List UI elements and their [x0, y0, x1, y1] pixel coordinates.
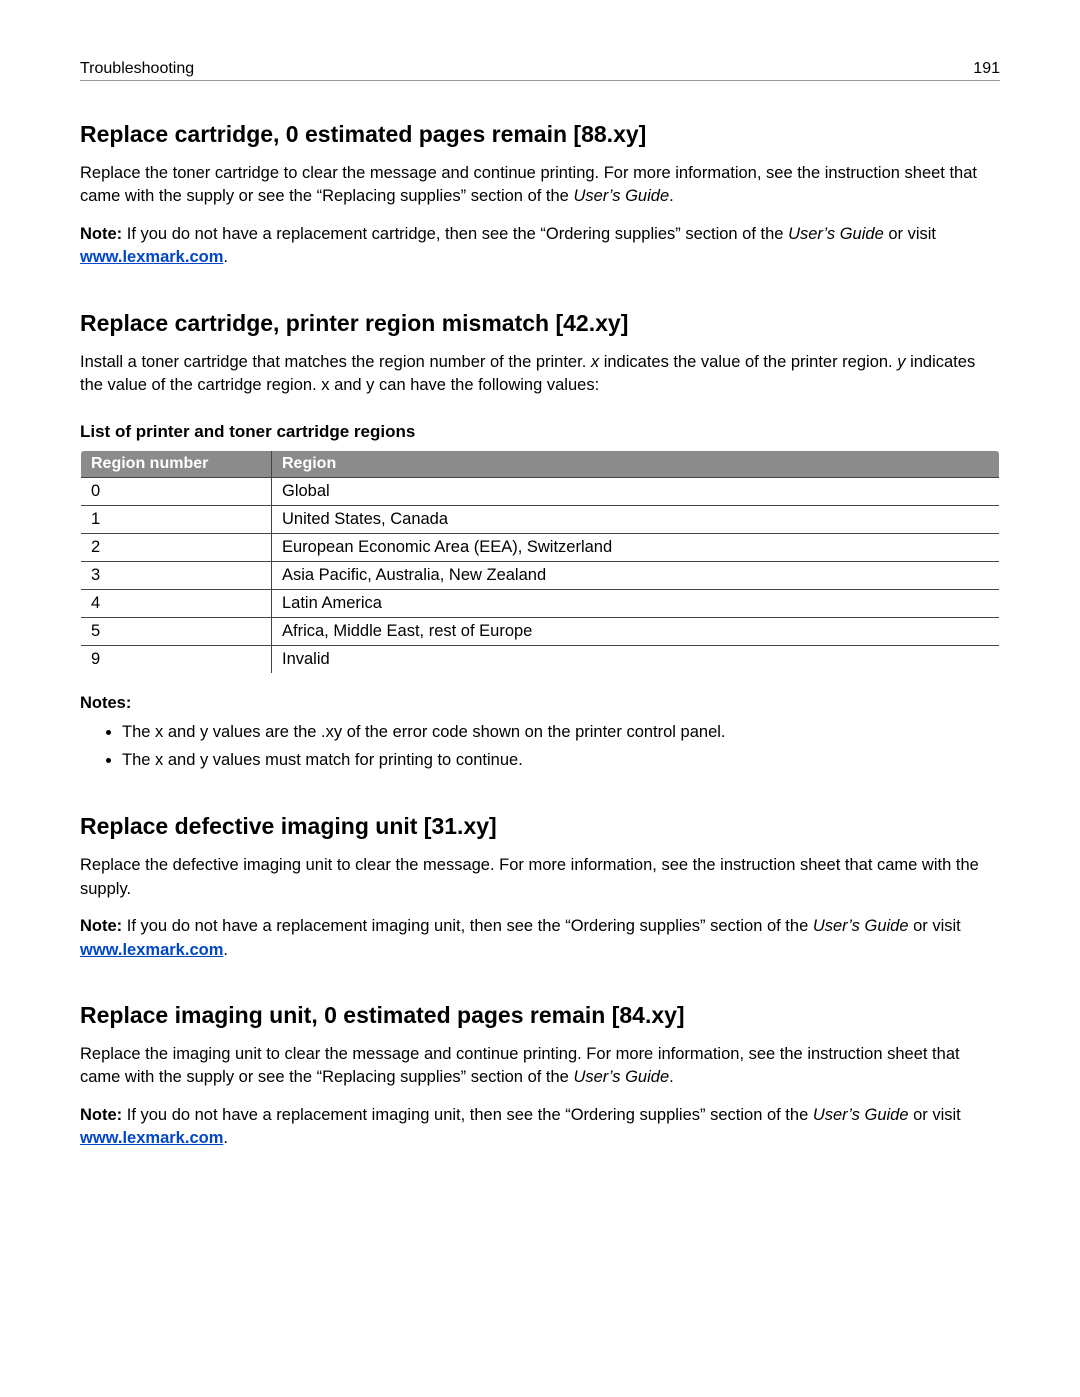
table-header-row: Region number Region: [81, 450, 1000, 477]
cell-region-number: 4: [81, 589, 272, 617]
note-label: Note:: [80, 917, 122, 935]
text: .: [669, 187, 674, 205]
page: Troubleshooting 191 Replace cartridge, 0…: [0, 0, 1080, 1397]
text: If you do not have a replacement cartrid…: [122, 225, 788, 243]
th-region: Region: [272, 450, 1000, 477]
text: .: [669, 1068, 674, 1086]
cell-region: United States, Canada: [272, 505, 1000, 533]
cell-region-number: 0: [81, 477, 272, 505]
text-italic: User’s Guide: [573, 187, 669, 205]
heading-replace-defective-imaging-31xy: Replace defective imaging unit [31.xy]: [80, 813, 1000, 840]
paragraph: Replace the defective imaging unit to cl…: [80, 854, 1000, 901]
cell-region-number: 2: [81, 533, 272, 561]
text: Replace the imaging unit to clear the me…: [80, 1045, 960, 1086]
table-row: 2European Economic Area (EEA), Switzerla…: [81, 533, 1000, 561]
text: indicates the value of the printer regio…: [599, 353, 897, 371]
cell-region-number: 9: [81, 645, 272, 673]
text: Install a toner cartridge that matches t…: [80, 353, 591, 371]
cell-region: Global: [272, 477, 1000, 505]
text-italic: User’s Guide: [573, 1068, 669, 1086]
note-paragraph: Note: If you do not have a replacement i…: [80, 915, 1000, 962]
notes-list: The x and y values are the .xy of the er…: [80, 719, 1000, 774]
table-row: 0Global: [81, 477, 1000, 505]
link-lexmark[interactable]: www.lexmark.com: [80, 1129, 223, 1147]
notes-label: Notes:: [80, 694, 1000, 713]
paragraph: Replace the imaging unit to clear the me…: [80, 1043, 1000, 1090]
link-lexmark[interactable]: www.lexmark.com: [80, 248, 223, 266]
table-row: 4Latin America: [81, 589, 1000, 617]
text-italic: User’s Guide: [813, 917, 909, 935]
text: or visit: [884, 225, 936, 243]
text: .: [223, 1129, 228, 1147]
text: or visit: [909, 1106, 961, 1124]
cell-region: Latin America: [272, 589, 1000, 617]
table-row: 5Africa, Middle East, rest of Europe: [81, 617, 1000, 645]
cell-region: Invalid: [272, 645, 1000, 673]
heading-replace-cartridge-88xy: Replace cartridge, 0 estimated pages rem…: [80, 121, 1000, 148]
paragraph: Replace the toner cartridge to clear the…: [80, 162, 1000, 209]
cell-region-number: 1: [81, 505, 272, 533]
text-italic: x: [591, 353, 599, 371]
header-page-number: 191: [973, 60, 1000, 78]
text: Replace the toner cartridge to clear the…: [80, 164, 977, 205]
table-row: 1United States, Canada: [81, 505, 1000, 533]
list-item: The x and y values must match for printi…: [122, 747, 1000, 773]
text: .: [223, 941, 228, 959]
heading-replace-cartridge-42xy: Replace cartridge, printer region mismat…: [80, 310, 1000, 337]
cell-region-number: 5: [81, 617, 272, 645]
note-paragraph: Note: If you do not have a replacement c…: [80, 223, 1000, 270]
note-label: Note:: [80, 1106, 122, 1124]
note-label: Note:: [80, 225, 122, 243]
link-lexmark[interactable]: www.lexmark.com: [80, 941, 223, 959]
th-region-number: Region number: [81, 450, 272, 477]
cell-region: Africa, Middle East, rest of Europe: [272, 617, 1000, 645]
heading-replace-imaging-84xy: Replace imaging unit, 0 estimated pages …: [80, 1002, 1000, 1029]
table-caption: List of printer and toner cartridge regi…: [80, 422, 1000, 442]
text: If you do not have a replacement imaging…: [122, 1106, 813, 1124]
text: If you do not have a replacement imaging…: [122, 917, 813, 935]
text: or visit: [909, 917, 961, 935]
page-header: Troubleshooting 191: [80, 60, 1000, 81]
table-row: 3Asia Pacific, Australia, New Zealand: [81, 561, 1000, 589]
note-paragraph: Note: If you do not have a replacement i…: [80, 1104, 1000, 1151]
header-section: Troubleshooting: [80, 60, 194, 78]
text-italic: User’s Guide: [788, 225, 884, 243]
region-table: Region number Region 0Global1United Stat…: [80, 450, 1000, 674]
text: .: [223, 248, 228, 266]
cell-region-number: 3: [81, 561, 272, 589]
paragraph: Install a toner cartridge that matches t…: [80, 351, 1000, 398]
list-item: The x and y values are the .xy of the er…: [122, 719, 1000, 745]
table-row: 9Invalid: [81, 645, 1000, 673]
cell-region: European Economic Area (EEA), Switzerlan…: [272, 533, 1000, 561]
cell-region: Asia Pacific, Australia, New Zealand: [272, 561, 1000, 589]
text-italic: User’s Guide: [813, 1106, 909, 1124]
